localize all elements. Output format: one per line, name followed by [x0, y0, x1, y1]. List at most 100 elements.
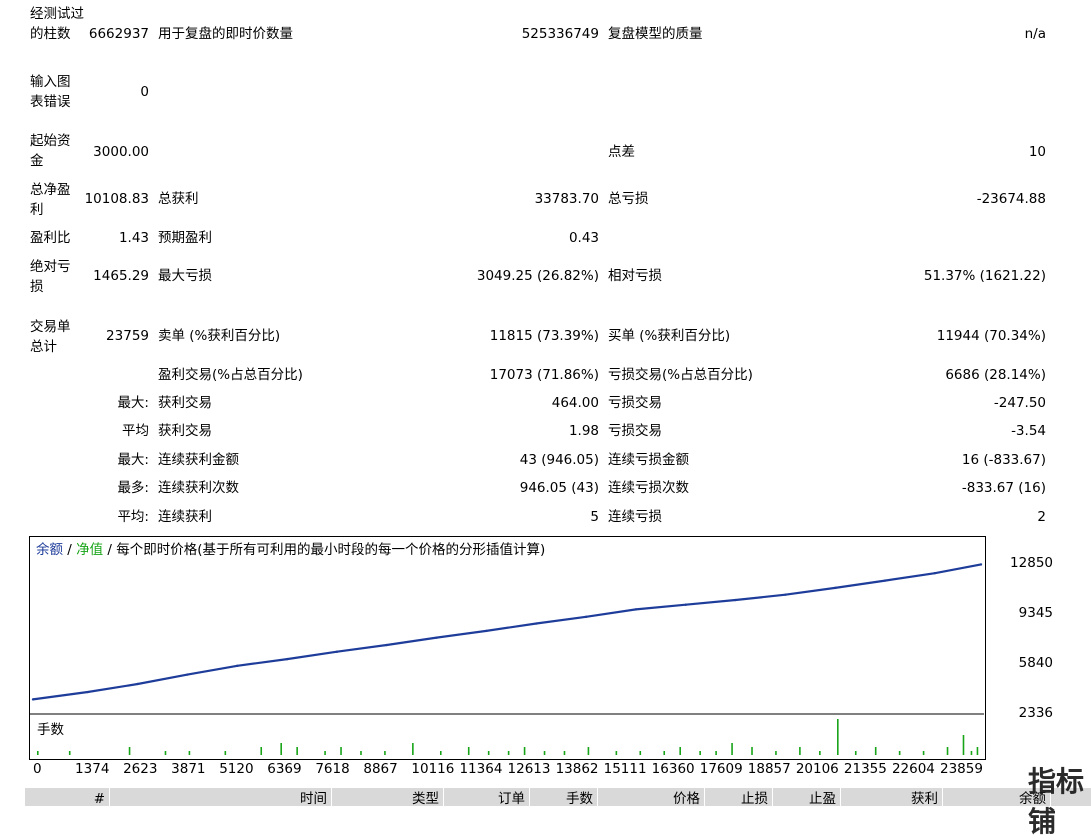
balance-point	[285, 657, 289, 661]
col-header-time[interactable]: 时间	[110, 788, 332, 807]
lots-bar	[731, 743, 733, 755]
balance-point	[734, 598, 737, 602]
lots-bar	[487, 751, 490, 755]
gross-profit-label: 总获利	[158, 191, 199, 207]
balance-point	[535, 622, 538, 625]
max-consecutive-wins-label: 连续获利金额	[158, 452, 239, 468]
balance-point	[186, 673, 189, 676]
profit-factor-label: 盈利比	[30, 230, 71, 246]
average-consecutive-losses-value: 2	[1037, 509, 1046, 525]
lots-bar	[854, 751, 857, 755]
balance-point	[584, 615, 588, 619]
largest-loss-trade-value: -247.50	[993, 395, 1046, 411]
col-header-tp[interactable]: 止盈	[773, 788, 841, 807]
col-header-order[interactable]: 订单	[444, 788, 530, 807]
lots-bar	[384, 751, 386, 755]
expected-payoff-label: 预期盈利	[158, 230, 212, 246]
lots-bar	[751, 747, 753, 755]
lots-bar	[412, 743, 414, 755]
lots-bar	[946, 747, 949, 755]
col-header-lots[interactable]: 手数	[530, 788, 598, 807]
x-tick-label: 7618	[315, 761, 350, 777]
largest-prefix: 最大:	[117, 395, 149, 411]
balance-point	[385, 643, 388, 647]
maximal-drawdown-value: 3049.25 (26.82%)	[476, 268, 599, 284]
average-profit-trade-value: 1.98	[568, 423, 599, 439]
col-header-sl[interactable]: 止损	[705, 788, 773, 807]
x-tick-label: 18857	[747, 761, 791, 777]
gross-loss-label: 总亏损	[608, 191, 649, 207]
chart-title: 余额 / 净值 / 每个即时价格(基于所有可利用的最小时段的每一个价格的分形插值…	[36, 541, 545, 559]
profit-factor-value: 1.43	[118, 230, 149, 246]
lots-bar	[970, 751, 973, 755]
average-profit-trade-label: 获利交易	[158, 423, 212, 439]
x-tick-label: 10116	[411, 761, 455, 777]
lots-bar	[679, 747, 681, 755]
x-tick-label: 15111	[603, 761, 647, 777]
col-header-number[interactable]: #	[25, 788, 110, 807]
lots-bar	[507, 751, 510, 755]
lots-bar	[922, 751, 925, 755]
lots-bar	[799, 747, 801, 755]
balance-point	[435, 636, 438, 639]
lots-bar	[340, 747, 342, 755]
x-tick-label: 21355	[843, 761, 887, 777]
bars-tested-label: 经测试过的柱数	[30, 6, 84, 42]
col-header-price[interactable]: 价格	[598, 788, 705, 807]
x-tick-label: 12613	[507, 761, 551, 777]
long-positions-value: 11944 (70.34%)	[936, 328, 1046, 344]
balance-point	[684, 603, 687, 606]
profit-trades-value: 17073 (71.86%)	[489, 367, 599, 383]
balance-point	[634, 608, 638, 611]
largest-loss-trade-label: 亏损交易	[608, 395, 662, 411]
lots-bar	[715, 751, 717, 755]
x-tick-label: 22604	[891, 761, 935, 777]
maximal-prefix: 最多:	[117, 480, 149, 496]
lots-bar	[68, 751, 71, 755]
x-tick-label: 23859	[940, 761, 983, 777]
trades-table-header: # 时间 类型 订单 手数 价格 止损 止盈 获利 余额	[25, 788, 1091, 807]
x-tick-label: 17609	[699, 761, 743, 777]
gross-loss-value: -23674.88	[976, 191, 1046, 207]
average-consecutive-losses-label: 连续亏损	[608, 509, 662, 525]
lots-label: 手数	[37, 722, 64, 738]
legend-sep: /	[63, 542, 77, 558]
x-tick-label: 3871	[171, 761, 206, 777]
maximal-drawdown-label: 最大亏损	[158, 268, 212, 284]
legend-equity: 净值	[76, 542, 104, 558]
col-header-profit[interactable]: 获利	[841, 788, 943, 807]
largest-profit-trade-value: 464.00	[551, 395, 599, 411]
balance-point	[883, 579, 887, 582]
lots-bar	[439, 751, 442, 755]
lots-bar	[164, 751, 167, 755]
x-tick-label: 11364	[459, 761, 503, 777]
average-loss-trade-value: -3.54	[1011, 423, 1046, 439]
max-consecutive-losses-label: 连续亏损金额	[608, 452, 689, 468]
y-tick-label: 9345	[1018, 605, 1053, 621]
x-tick-label: 1374	[75, 761, 110, 777]
largest-profit-trade-label: 获利交易	[158, 395, 212, 411]
lots-bar	[775, 751, 777, 755]
x-tick-label: 2623	[123, 761, 158, 777]
balance-point	[31, 698, 35, 701]
long-positions-label: 买单 (%获利百分比)	[608, 328, 731, 344]
profit-trades-label: 盈利交易(%占总百分比)	[158, 367, 303, 383]
bars-tested-value: 6662937	[88, 26, 149, 42]
balance-point	[136, 682, 139, 686]
lots-bar	[639, 751, 642, 755]
maximal-consecutive-loss-label: 连续亏损次数	[608, 480, 689, 496]
lots-bar	[360, 751, 362, 755]
average-prefix: 平均	[122, 423, 149, 439]
average-consecutive-wins-label: 连续获利	[158, 509, 212, 525]
lots-bar	[280, 743, 282, 755]
expected-payoff-value: 0.43	[568, 230, 599, 246]
lots-bar	[260, 747, 263, 755]
lots-bar	[874, 747, 877, 755]
col-header-type[interactable]: 类型	[332, 788, 444, 807]
loss-trades-value: 6686 (28.14%)	[945, 367, 1046, 383]
maximal-consecutive-profit-label: 连续获利次数	[158, 480, 239, 496]
lots-bar	[224, 751, 227, 755]
lots-bar	[587, 747, 590, 755]
ticks-value: 525336749	[521, 26, 599, 42]
x-tick-label: 20106	[795, 761, 839, 777]
